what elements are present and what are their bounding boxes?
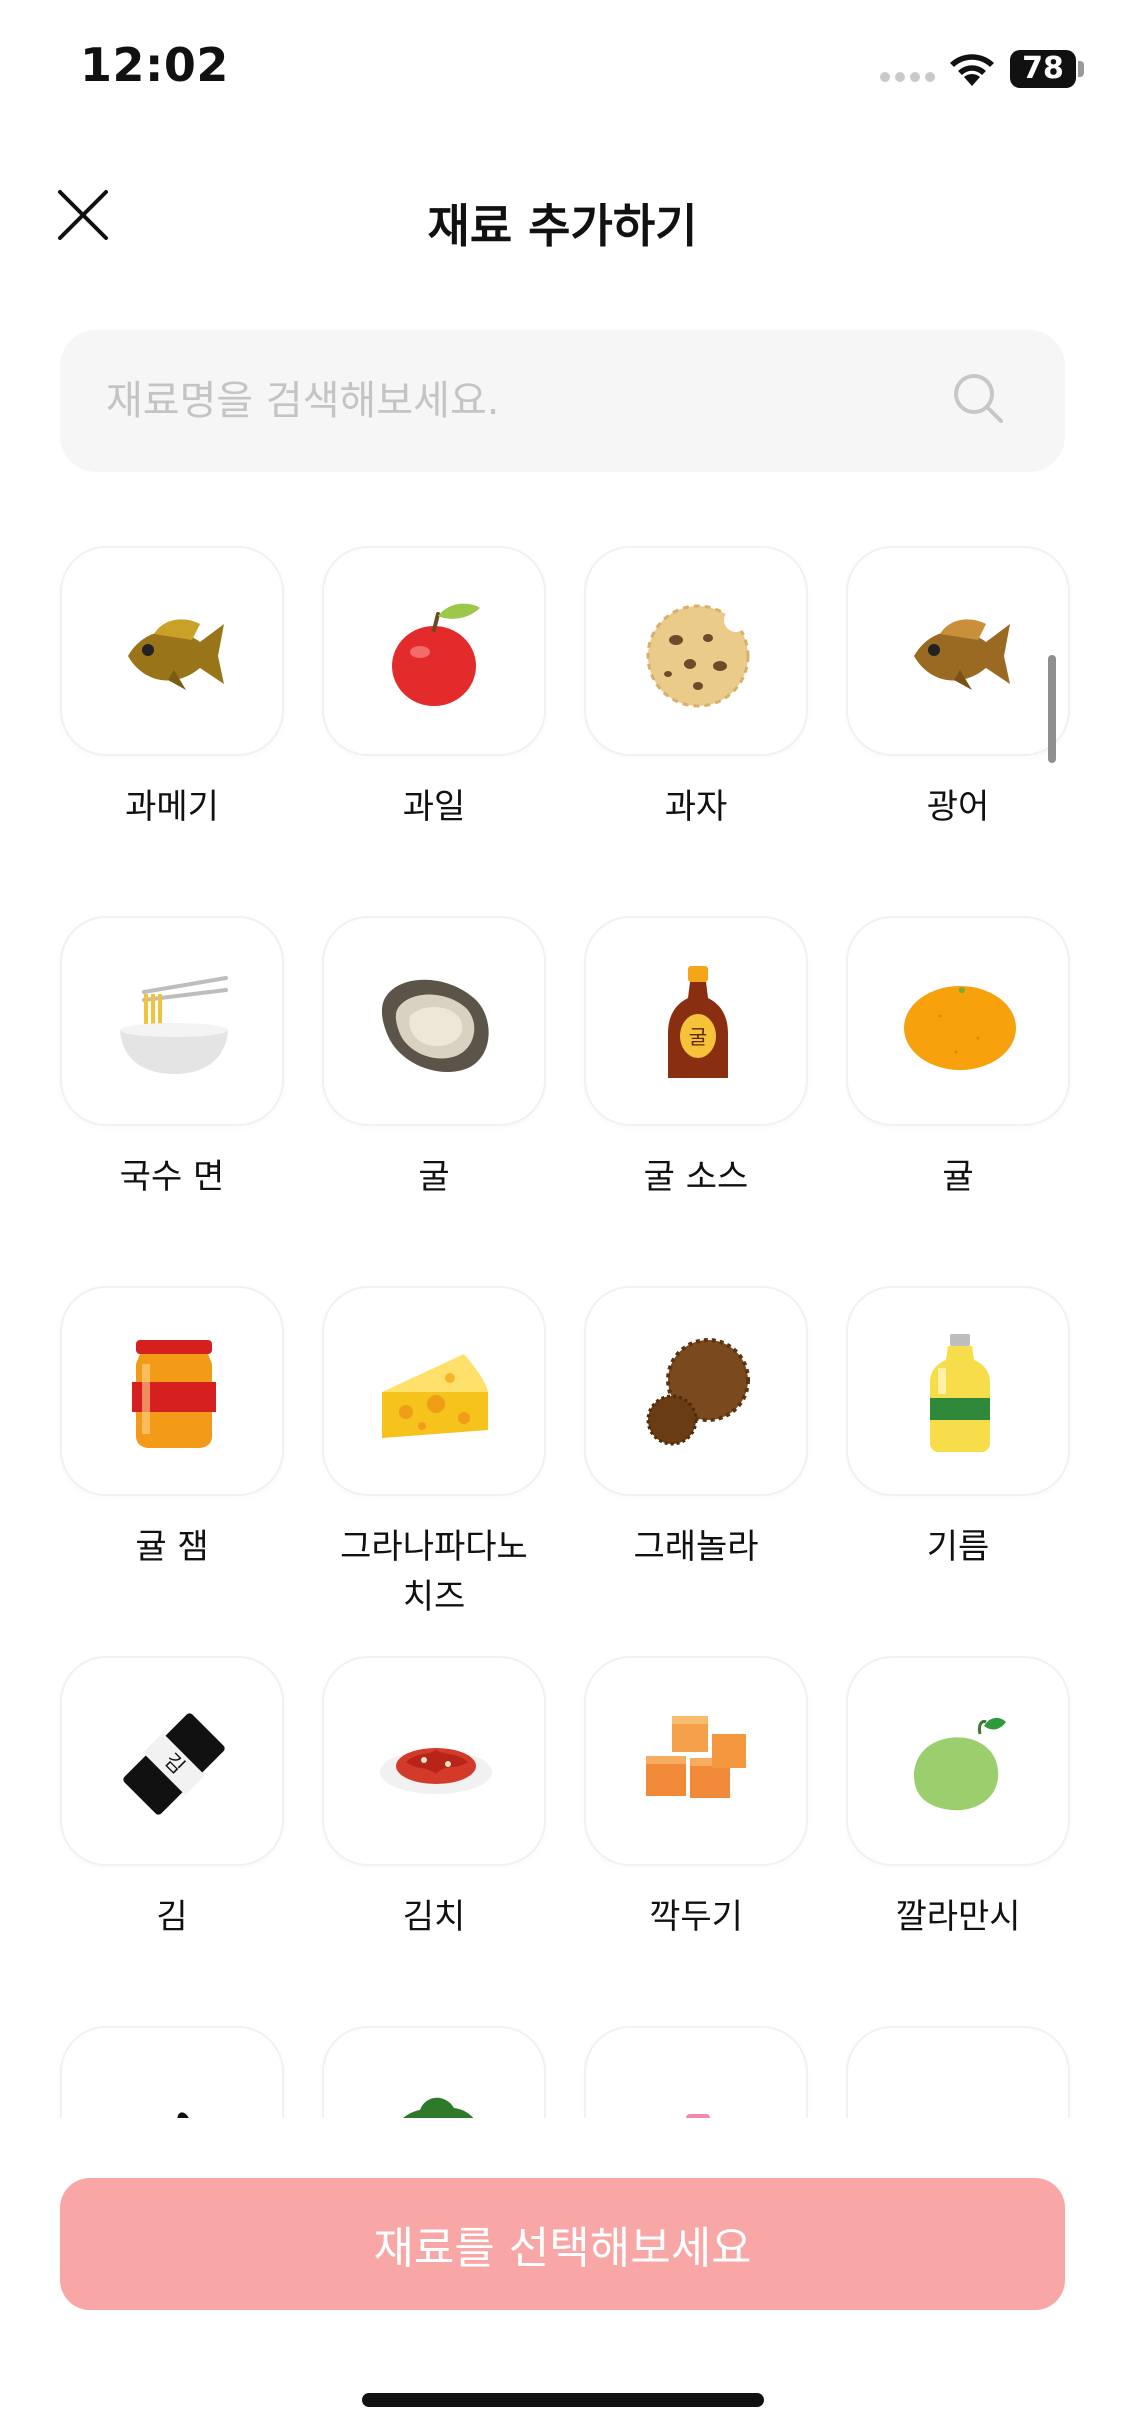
- ingredient-label: 과일: [402, 787, 466, 827]
- header: 재료 추가하기: [0, 160, 1125, 270]
- status-bar: 12:02 78: [0, 0, 1125, 140]
- ingredient-item[interactable]: 김치: [322, 1656, 546, 1942]
- ingredient-label: 기름: [926, 1527, 990, 1567]
- ingredient-label: 과메기: [125, 787, 219, 827]
- ingredient-item[interactable]: 깍두기: [584, 1656, 808, 1942]
- kkakdugi-icon: [646, 1716, 746, 1798]
- ingredient-tile: [60, 916, 284, 1126]
- ingredient-item[interactable]: 깔라만시: [846, 1656, 1070, 1942]
- status-time: 12:02: [80, 38, 229, 92]
- ingredient-tile: [60, 1286, 284, 1496]
- home-indicator: [362, 2393, 764, 2407]
- kimchi-icon: [380, 1748, 492, 1794]
- ingredient-item[interactable]: 굴: [322, 916, 546, 1202]
- ingredient-item[interactable]: 광어: [846, 546, 1070, 832]
- ingredient-tile: [322, 1656, 546, 1866]
- ingredient-item[interactable]: [584, 2026, 808, 2120]
- ingredient-label: 과자: [664, 787, 728, 827]
- ingredient-item[interactable]: 김 김: [60, 1656, 284, 1942]
- pot-icon: [900, 2074, 1020, 2120]
- ingredient-tile: [584, 1656, 808, 1866]
- search-box: [60, 330, 1065, 472]
- ingredient-label: 귤: [942, 1157, 974, 1197]
- ingredient-tile: [60, 546, 284, 756]
- cellular-signal-icon: [880, 72, 936, 82]
- ingredient-tile: 김: [60, 1656, 284, 1866]
- battery-cap: [1078, 61, 1084, 77]
- oyster-sauce-icon: 굴: [668, 966, 728, 1078]
- ingredient-item[interactable]: 그라나파다노 치즈: [322, 1286, 546, 1622]
- ingredient-label: 그래놀라: [633, 1527, 759, 1567]
- ingredient-tile: [584, 1286, 808, 1496]
- ingredient-label: 귤 잼: [135, 1527, 209, 1567]
- ingredient-tile: [846, 1286, 1070, 1496]
- ingredient-label: 그라나파다노 치즈: [340, 1527, 528, 1617]
- fish-icon: [914, 619, 1010, 690]
- svg-text:굴: 굴: [689, 1025, 707, 1049]
- ingredient-label: 김치: [402, 1897, 466, 1937]
- ingredient-tile: [322, 546, 546, 756]
- jam-jar-icon: [132, 1340, 216, 1448]
- ingredient-tile: [584, 546, 808, 756]
- ingredient-item[interactable]: 그래놀라: [584, 1286, 808, 1572]
- ingredient-item[interactable]: 과일: [322, 546, 546, 832]
- bag-icon: [686, 2114, 710, 2120]
- ingredient-tile: [322, 1286, 546, 1496]
- ingredient-item[interactable]: 귤 잼: [60, 1286, 284, 1572]
- ingredient-label: 굴: [418, 1157, 450, 1197]
- seaweed-icon: 김: [123, 1713, 225, 1815]
- select-ingredient-button[interactable]: 재료를 선택해보세요: [60, 2178, 1065, 2310]
- ingredient-label: 굴 소스: [643, 1157, 749, 1197]
- wifi-icon: [950, 54, 994, 86]
- calamansi-icon: [914, 1717, 1006, 1811]
- ingredient-tile: [60, 2026, 284, 2120]
- ingredient-item[interactable]: 국수 면: [60, 916, 284, 1202]
- granola-icon: [646, 1338, 750, 1446]
- ingredient-item[interactable]: [60, 2026, 284, 2120]
- cheese-icon: [382, 1354, 488, 1438]
- noodle-bowl-icon: [120, 976, 228, 1074]
- ingredient-item[interactable]: 과메기: [60, 546, 284, 832]
- oyster-icon: [381, 979, 489, 1073]
- ingredient-grid: 과메기 과일 과자 광어 국수 면 굴 굴 굴 소스 귤 귤 잼 그라나파다노 …: [0, 520, 1125, 2120]
- page-title: 재료 추가하기: [427, 199, 698, 253]
- ingredient-tile: [846, 1656, 1070, 1866]
- ingredient-item[interactable]: 기름: [846, 1286, 1070, 1572]
- ingredient-item[interactable]: 과자: [584, 546, 808, 832]
- ingredient-label: 국수 면: [119, 1157, 225, 1197]
- ingredient-item[interactable]: 굴 굴 소스: [584, 916, 808, 1202]
- ingredient-tile: [846, 2026, 1070, 2120]
- ingredient-tile: [322, 916, 546, 1126]
- search-icon[interactable]: [950, 370, 1006, 426]
- ingredient-label: 깔라만시: [895, 1897, 1021, 1937]
- ingredient-item[interactable]: [846, 2026, 1070, 2120]
- search-input[interactable]: [106, 330, 926, 472]
- cookie-icon: [646, 604, 750, 708]
- ingredient-tile: [322, 2026, 546, 2120]
- sesame-icon: [177, 2112, 191, 2120]
- ingredient-tile: 굴: [584, 916, 808, 1126]
- ingredient-label: 깍두기: [649, 1897, 743, 1937]
- ingredient-label: 김: [156, 1897, 188, 1937]
- ingredient-tile: [846, 546, 1070, 756]
- scrollbar-thumb[interactable]: [1048, 655, 1056, 763]
- battery-indicator: 78: [1010, 50, 1076, 88]
- ingredient-item[interactable]: [322, 2026, 546, 2120]
- ingredient-label: 광어: [926, 787, 990, 827]
- ingredient-tile: [846, 916, 1070, 1126]
- ingredient-tile: [584, 2026, 808, 2120]
- lettuce-icon: [400, 2097, 475, 2120]
- tangerine-icon: [904, 986, 1016, 1070]
- oil-bottle-icon: [930, 1334, 990, 1452]
- ingredient-item[interactable]: 귤: [846, 916, 1070, 1202]
- add-ingredient-screen: 12:02 78 재료 추가하기 재료명을 검색해보세요. 과메기 과일 과자 …: [0, 0, 1125, 2436]
- apple-icon: [392, 603, 480, 706]
- fish-icon: [128, 619, 224, 690]
